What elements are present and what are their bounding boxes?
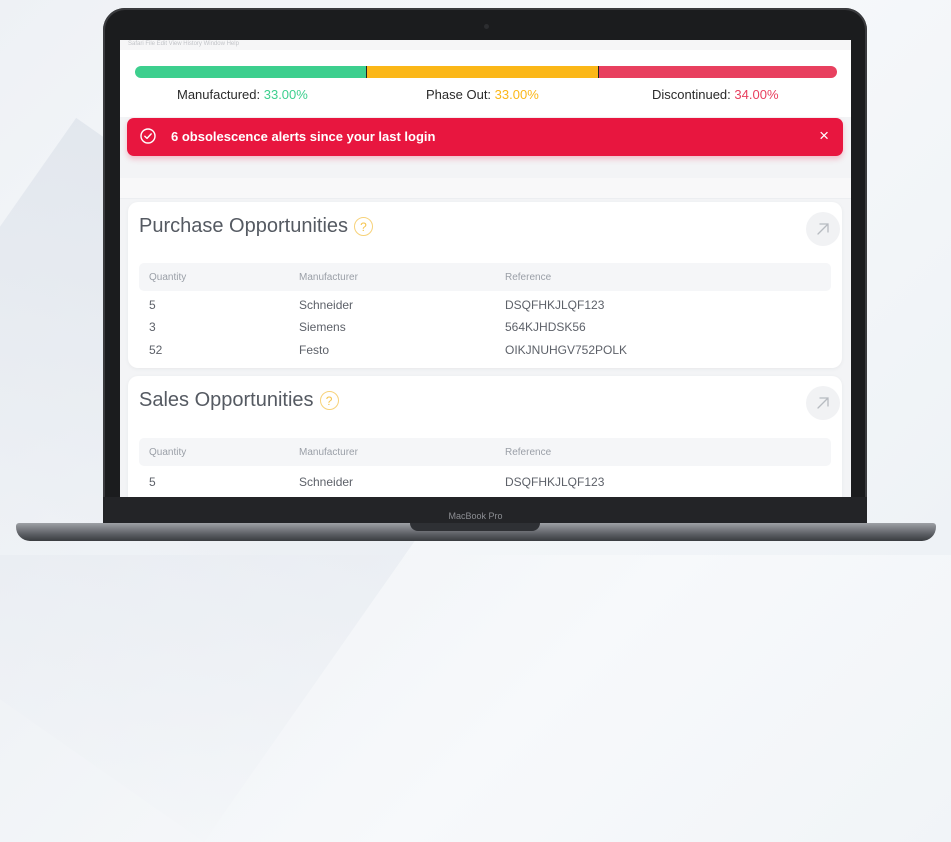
check-circle-icon — [140, 128, 156, 144]
lifecycle-panel: Manufactured: 33.00% Phase Out: 33.00% D… — [120, 50, 851, 117]
purchase-table-header: Quantity Manufacturer Reference — [139, 263, 831, 291]
help-icon[interactable]: ? — [319, 391, 339, 411]
column-quantity: Quantity — [149, 447, 187, 458]
cell-quantity: 52 — [149, 343, 163, 357]
discontinued-value: 34.00% — [734, 87, 779, 102]
discontinued-label: Discontinued: — [652, 87, 731, 102]
phase-out-label: Phase Out: — [426, 87, 492, 102]
model-label: MacBook Pro — [448, 511, 503, 521]
manufactured-label: Manufactured: — [177, 87, 261, 102]
purchase-expand-button[interactable] — [806, 212, 840, 246]
phase-out-legend: Phase Out: 33.00% — [426, 87, 539, 102]
table-row[interactable]: 52 Festo OIKJNUHGV752POLK — [139, 343, 831, 361]
sales-title-text: Sales Opportunities — [139, 389, 314, 411]
discontinued-segment — [598, 66, 837, 78]
section-divider — [120, 178, 851, 199]
cell-quantity: 3 — [149, 320, 156, 334]
table-row[interactable]: 5 Schneider DSQFHKJLQF123 — [139, 298, 831, 316]
column-manufacturer: Manufacturer — [299, 272, 358, 283]
cell-quantity: 5 — [149, 298, 156, 312]
cell-reference: 564KJHDSK56 — [505, 320, 586, 334]
table-row[interactable]: 3 Siemens 564KJHDSK56 — [139, 320, 831, 338]
sales-opportunities-card: Sales Opportunities? Quantity Manufactur… — [128, 376, 842, 497]
manufactured-legend: Manufactured: 33.00% — [177, 87, 308, 102]
discontinued-legend: Discontinued: 34.00% — [652, 87, 779, 102]
browser-menubar: Safari File Edit View History Window Hel… — [120, 40, 851, 50]
column-reference: Reference — [505, 272, 552, 283]
arrow-up-right-icon — [817, 223, 829, 235]
alert-message: 6 obsolescence alerts since your last lo… — [171, 129, 436, 144]
laptop-opening-notch — [410, 523, 540, 531]
laptop-screen: Safari File Edit View History Window Hel… — [120, 40, 851, 497]
purchase-opportunities-card: Purchase Opportunities? Quantity Manufac… — [128, 202, 842, 368]
sales-expand-button[interactable] — [806, 386, 840, 420]
manufactured-segment — [135, 66, 366, 78]
cell-manufacturer: Schneider — [299, 475, 354, 489]
obsolescence-alert-banner: 6 obsolescence alerts since your last lo… — [127, 118, 843, 156]
purchase-opportunities-title: Purchase Opportunities? — [139, 215, 374, 238]
table-row[interactable]: 5 Schneider DSQFHKJLQF123 — [139, 475, 831, 493]
webcam — [484, 24, 489, 29]
phase-out-value: 33.00% — [494, 87, 539, 102]
cell-manufacturer: Schneider — [299, 298, 354, 312]
sales-table-header: Quantity Manufacturer Reference — [139, 438, 831, 466]
cell-reference: DSQFHKJLQF123 — [505, 475, 605, 489]
phase-out-segment — [366, 66, 598, 78]
cell-manufacturer: Festo — [299, 343, 330, 357]
cell-quantity: 5 — [149, 475, 156, 489]
lifecycle-legend: Manufactured: 33.00% Phase Out: 33.00% D… — [120, 87, 851, 103]
cell-reference: DSQFHKJLQF123 — [505, 298, 605, 312]
sales-opportunities-title: Sales Opportunities? — [139, 389, 339, 412]
cell-manufacturer: Siemens — [299, 320, 346, 334]
column-manufacturer: Manufacturer — [299, 447, 358, 458]
close-alert-button[interactable]: × — [819, 127, 829, 145]
lifecycle-status-bar — [135, 66, 837, 78]
help-icon[interactable]: ? — [354, 217, 374, 237]
purchase-title-text: Purchase Opportunities — [139, 215, 349, 237]
column-reference: Reference — [505, 447, 552, 458]
arrow-up-right-icon — [817, 397, 829, 409]
manufactured-value: 33.00% — [263, 87, 308, 102]
cell-reference: OIKJNUHGV752POLK — [505, 343, 628, 357]
column-quantity: Quantity — [149, 272, 187, 283]
